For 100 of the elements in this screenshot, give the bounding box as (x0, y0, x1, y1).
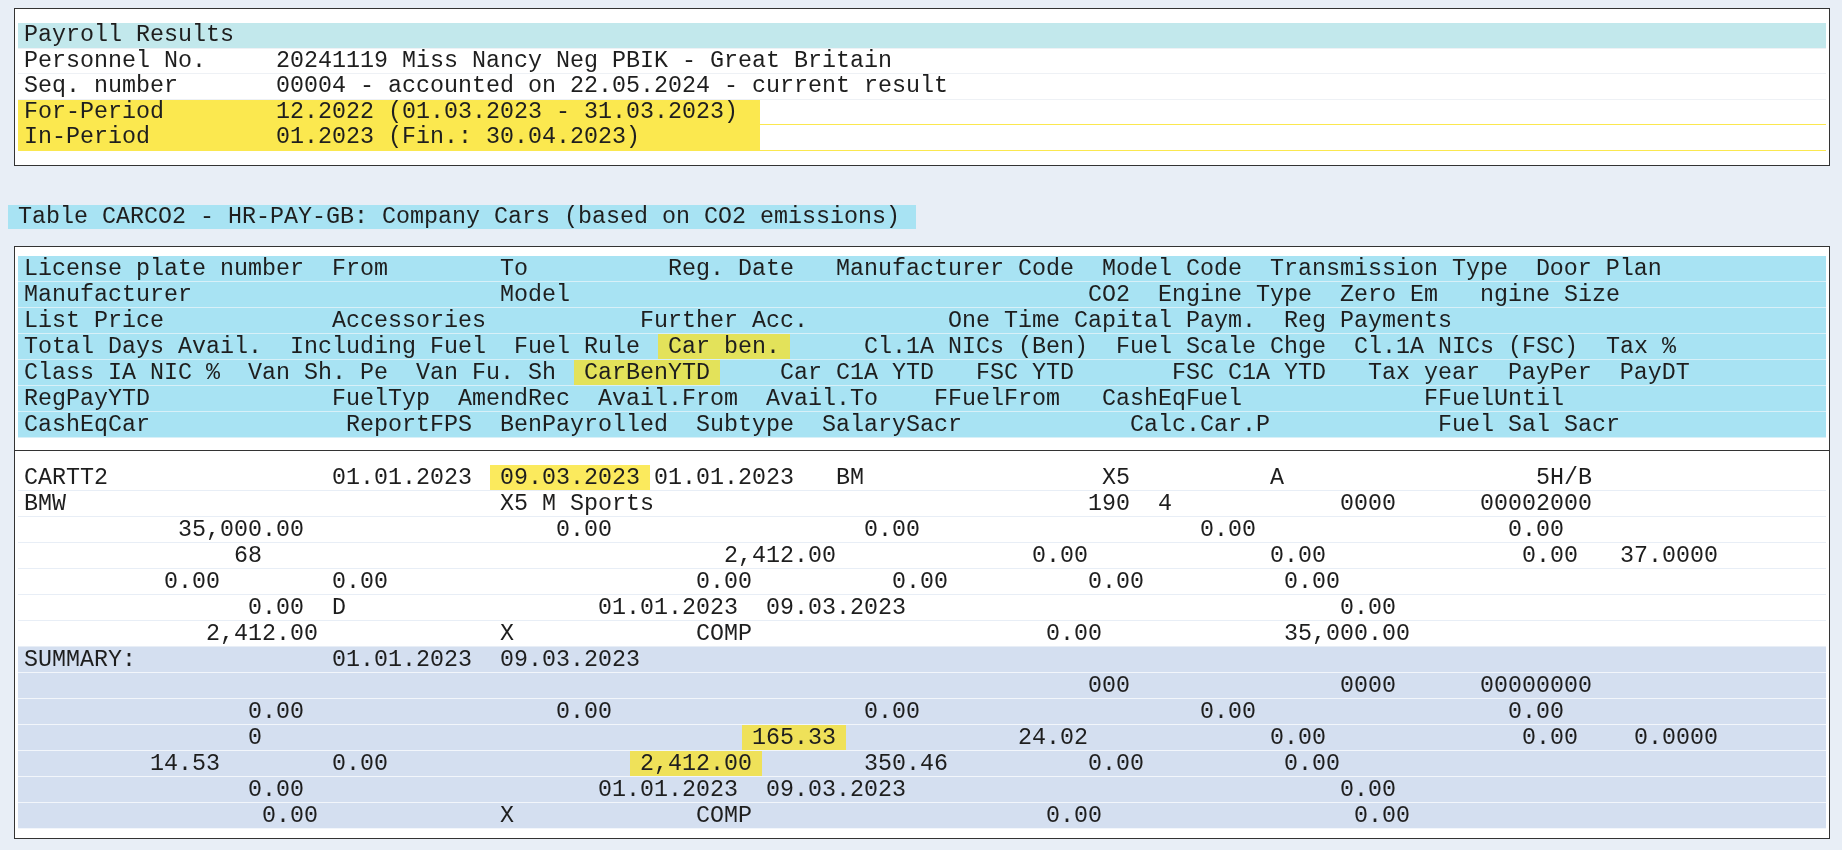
table-cell: 0.00 (1045, 621, 1102, 647)
column-header: FFuelUntil (1423, 386, 1564, 412)
field-value: 12.2022 (01.03.2023 - 31.03.2023) (276, 99, 738, 124)
column-header: Door Plan (1535, 256, 1662, 282)
table-cell: D (331, 595, 346, 621)
column-header: FuelTyp (332, 386, 430, 412)
column-header: License plate number (24, 256, 304, 282)
table-cell: 37.0000 (1619, 543, 1718, 569)
table-cell: A (1269, 465, 1284, 491)
column-header: Cl.1A NICs (FSC) (1353, 334, 1578, 360)
table-cell: 01.01.2023 (332, 465, 472, 491)
column-header: Further Acc. (639, 308, 808, 334)
column-header: CO2 (1087, 282, 1130, 308)
column-header: Calc.Car.P (1129, 412, 1270, 438)
summary-cell: 0.00 (1199, 699, 1256, 725)
column-header: PayPer (1507, 360, 1592, 386)
table-cell: BM (835, 465, 864, 491)
column-header: Avail.To (765, 386, 878, 412)
table-cell: X5 (1101, 465, 1130, 491)
column-header: ReportFPS (346, 412, 472, 438)
summary-cell: 09.03.2023 (499, 647, 640, 673)
column-header: Subtype (695, 412, 794, 438)
table-cell: BMW (24, 491, 66, 517)
field-label: Personnel No. (24, 48, 207, 74)
field-label: Seq. number (24, 74, 179, 100)
column-header: PayDT (1619, 360, 1690, 386)
column-header: To (499, 256, 528, 282)
table-cell: 5H/B (1535, 465, 1592, 491)
column-header: SalarySacr (821, 412, 962, 438)
summary-cell: 0.00 (1269, 725, 1326, 751)
summary-cell: 0.00 (1045, 803, 1102, 829)
column-header: RegPayYTD (24, 386, 150, 412)
table-cell: X5 M Sports (499, 491, 654, 517)
table-cell: 2,412.00 (206, 621, 318, 647)
column-header: Tax % (1605, 334, 1676, 360)
summary-cell: 14.53 (150, 751, 220, 777)
summary-cell: 00000000 (1479, 673, 1592, 699)
column-header: ngine Size (1479, 282, 1620, 308)
column-header: List Price (24, 308, 164, 334)
column-header: Fuel Rule (513, 334, 640, 360)
column-header: From (331, 256, 388, 282)
section-title: Payroll Results (18, 23, 1826, 49)
table-cell: 0.00 (1507, 517, 1564, 543)
column-header: Model (499, 282, 570, 308)
table-cell: 190 (1087, 491, 1130, 517)
table-cell: 01.01.2023 (653, 465, 794, 491)
column-header: BenPayrolled (499, 412, 668, 438)
summary-cell: 0.00 (863, 699, 920, 725)
field-value: 20241119 Miss Nancy Neg PBIK - Great Britain (276, 48, 892, 73)
column-header: Zero Em (1339, 282, 1438, 308)
table-cell: 2,412.00 (723, 543, 836, 569)
summary-cell: 0.00 (248, 699, 304, 725)
column-header: FFuelFrom (933, 386, 1060, 412)
field-label: In-Period (24, 125, 151, 151)
summary-cell: 0.00 (1339, 777, 1396, 803)
field-value: 01.2023 (Fin.: 30.04.2023) (276, 125, 640, 150)
summary-cell: 01.01.2023 (332, 647, 472, 673)
column-header: CarBenYTD (573, 360, 720, 386)
column-header: Car ben. (657, 334, 790, 360)
table-cell: 0.00 (164, 569, 220, 595)
summary-cell: X (499, 803, 514, 829)
summary-cell: 0.00 (248, 777, 304, 803)
column-header: Avail.From (597, 386, 738, 412)
table-cell: 0.00 (695, 569, 752, 595)
column-header: Including Fuel (290, 334, 486, 360)
table-cell: 0.00 (248, 595, 304, 621)
summary-cell: 000 (1087, 673, 1130, 699)
summary-cell: 165.33 (741, 725, 846, 751)
table-cell: CARTT2 (24, 465, 108, 491)
column-header: Van Sh. Pe (248, 360, 388, 386)
summary-cell: 350.46 (863, 751, 948, 777)
table-cell: 35,000.00 (1283, 621, 1410, 647)
column-header: Manufacturer (24, 282, 192, 308)
column-header: CashEqFuel (1101, 386, 1242, 412)
table-cell: 09.03.2023 (765, 595, 906, 621)
column-header: Reg Payments (1283, 308, 1452, 334)
table-cell: 0.00 (891, 569, 948, 595)
column-header: FSC YTD (975, 360, 1074, 386)
table-cell: 35,000.00 (178, 517, 304, 543)
column-header: Engine Type (1157, 282, 1312, 308)
table-cell: 0.00 (863, 517, 920, 543)
summary-cell: 0000 (1339, 673, 1396, 699)
table-cell: 0.00 (1087, 569, 1144, 595)
table-cell: 0.00 (1339, 595, 1396, 621)
column-header: Van Fu. Sh (415, 360, 556, 386)
summary-cell: 0.00 (555, 699, 612, 725)
column-header: Tax year (1367, 360, 1480, 386)
column-header: Class IA NIC % (24, 360, 220, 386)
summary-cell: 2,412.00 (629, 751, 762, 777)
summary-cell: COMP (695, 803, 752, 829)
column-header: One Time Capital Paym. (947, 308, 1256, 334)
table-cell: 0.00 (1521, 543, 1578, 569)
table-cell: 0.00 (331, 569, 388, 595)
column-header: Accessories (332, 308, 486, 334)
table-cell: X (499, 621, 514, 647)
table-cell: 09.03.2023 (489, 465, 650, 491)
summary-cell: 0.00 (1353, 803, 1410, 829)
column-header: CashEqCar (24, 412, 150, 438)
summary-cell: 0.00 (1283, 751, 1340, 777)
column-header: FSC C1A YTD (1171, 360, 1326, 386)
